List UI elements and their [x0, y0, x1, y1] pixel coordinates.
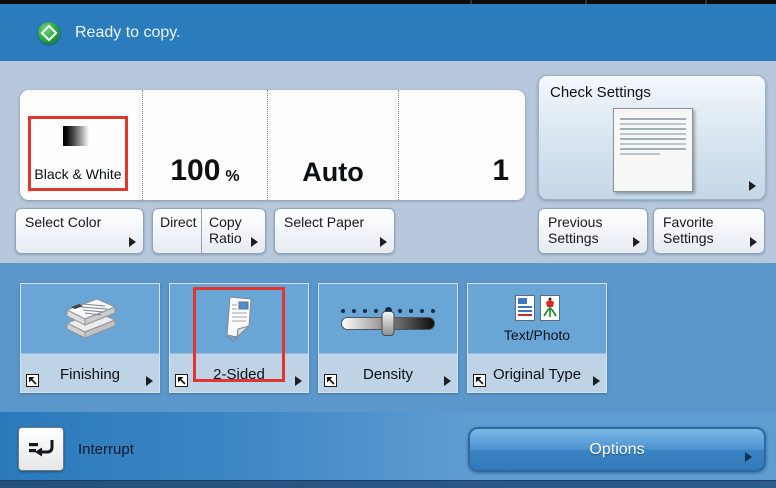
ratio-combo-button: Direct Copy Ratio — [152, 208, 266, 254]
density-button[interactable]: Density — [318, 283, 458, 393]
text-photo-icon — [515, 295, 560, 321]
original-type-value: Text/Photo — [504, 327, 570, 343]
direct-button[interactable]: Direct — [153, 209, 201, 253]
interrupt-label: Interrupt — [78, 441, 134, 458]
document-preview-icon — [613, 108, 693, 192]
color-mode-highlight-box: Black & White — [28, 116, 128, 191]
two-sided-button[interactable]: 2-Sided — [169, 283, 309, 393]
density-slider-icon — [341, 307, 435, 330]
finishing-button[interactable]: Finishing — [20, 283, 160, 393]
select-paper-label: Select Paper — [284, 214, 364, 230]
two-sided-icon-area — [170, 284, 308, 354]
status-message: Ready to copy. — [75, 24, 181, 42]
previous-settings-button[interactable]: Previous Settings — [538, 208, 648, 254]
copy-count-section: 1 — [399, 90, 525, 200]
expand-arrow-icon — [593, 376, 600, 386]
check-settings-label: Check Settings — [550, 84, 651, 101]
check-settings-button[interactable]: Check Settings — [538, 75, 766, 200]
favorite-settings-label: Favorite Settings — [663, 214, 714, 246]
ready-status-icon — [38, 22, 60, 44]
select-color-label: Select Color — [25, 214, 101, 230]
color-mode-value: Black & White — [34, 166, 121, 182]
original-type-label-area: Original Type — [468, 354, 606, 394]
copier-touchscreen: Ready to copy. Black & White 100 % Auto … — [0, 0, 776, 488]
copy-ratio-unit: % — [225, 169, 239, 185]
copy-ratio-label: Copy Ratio — [209, 214, 242, 246]
previous-settings-label: Previous Settings — [548, 214, 602, 246]
original-type-icon-area: Text/Photo — [468, 284, 606, 354]
expand-arrow-icon — [146, 376, 153, 386]
expand-arrow-icon — [444, 376, 451, 386]
ready-diamond-glyph — [41, 24, 58, 41]
shortcut-arrow-icon — [324, 374, 337, 387]
interrupt-button[interactable] — [18, 427, 64, 471]
copy-count-value: 1 — [492, 156, 509, 186]
original-type-button[interactable]: Text/Photo Original Type — [467, 283, 607, 393]
bezel-strip-bottom — [0, 480, 776, 488]
density-knob — [382, 311, 395, 336]
paper-selection-section[interactable]: Auto — [268, 90, 399, 200]
status-bar: Ready to copy. — [0, 4, 776, 61]
copy-ratio-button[interactable]: Copy Ratio — [201, 209, 265, 253]
expand-arrow-icon — [633, 237, 640, 247]
expand-arrow-icon — [749, 181, 756, 191]
paper-selection-value: Auto — [302, 159, 363, 186]
density-gradient-bar — [341, 317, 435, 330]
expand-arrow-icon — [745, 452, 752, 462]
text-document-icon — [515, 295, 535, 321]
interrupt-return-icon — [27, 437, 55, 461]
finishing-label: Finishing — [60, 366, 120, 383]
copy-ratio-section[interactable]: 100 % — [143, 90, 268, 200]
expand-arrow-icon — [750, 237, 757, 247]
photo-tulip-icon — [540, 295, 560, 321]
color-mode-section[interactable]: Black & White — [20, 90, 143, 200]
copy-summary-panel: Black & White 100 % Auto 1 — [20, 90, 525, 200]
select-color-button[interactable]: Select Color — [15, 208, 144, 254]
copy-ratio-value: 100 — [170, 156, 220, 186]
density-icon-area — [319, 284, 457, 354]
density-label: Density — [363, 366, 413, 383]
options-button[interactable]: Options — [468, 427, 766, 472]
original-type-label: Original Type — [493, 366, 581, 383]
finishing-label-area: Finishing — [21, 354, 159, 394]
bw-gradient-swatch — [63, 126, 93, 146]
shortcut-arrow-icon — [26, 374, 39, 387]
options-label: Options — [589, 441, 644, 459]
finishing-icon-area — [21, 284, 159, 354]
expand-arrow-icon — [380, 237, 387, 247]
select-paper-button[interactable]: Select Paper — [274, 208, 395, 254]
density-label-area: Density — [319, 354, 457, 394]
direct-label: Direct — [160, 214, 197, 230]
shortcut-arrow-icon — [473, 374, 486, 387]
shortcut-arrow-icon — [175, 374, 188, 387]
expand-arrow-icon — [251, 237, 258, 247]
two-sided-label-area: 2-Sided — [170, 354, 308, 394]
stapled-documents-icon — [57, 292, 123, 346]
expand-arrow-icon — [295, 376, 302, 386]
two-sided-page-icon — [219, 294, 259, 344]
expand-arrow-icon — [129, 237, 136, 247]
favorite-settings-button[interactable]: Favorite Settings — [653, 208, 765, 254]
two-sided-label: 2-Sided — [213, 366, 265, 383]
